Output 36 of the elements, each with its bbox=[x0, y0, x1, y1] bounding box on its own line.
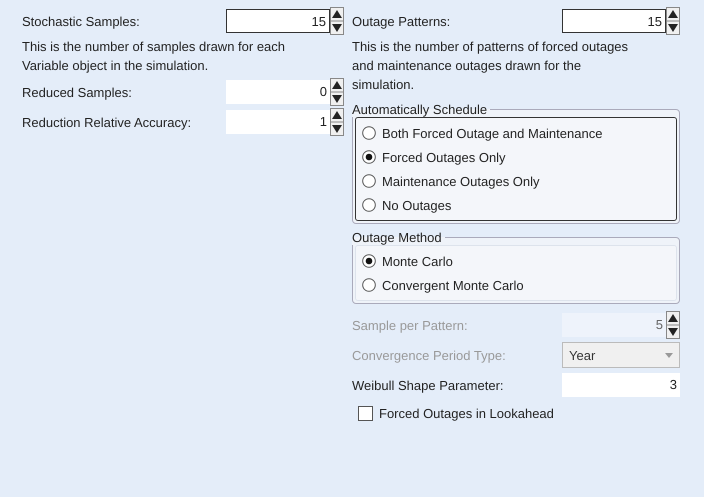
radio-button[interactable] bbox=[362, 174, 376, 188]
radio-label[interactable]: No Outages bbox=[382, 198, 452, 212]
spinner-arrows-icon[interactable] bbox=[666, 7, 680, 35]
description-text: This is the number of samples drawn for each Variable object in the simulation. bbox=[22, 38, 286, 75]
radio-button[interactable] bbox=[362, 198, 376, 212]
number-field[interactable]: 0 bbox=[226, 80, 330, 104]
field-label: Convergence Period Type: bbox=[352, 348, 506, 362]
radio-button[interactable] bbox=[362, 254, 376, 268]
checkbox[interactable] bbox=[358, 406, 373, 421]
number-field[interactable]: 15 bbox=[226, 9, 330, 33]
radio-button[interactable] bbox=[362, 278, 376, 292]
radio-button[interactable] bbox=[362, 126, 376, 140]
group-title: Outage Method bbox=[351, 230, 443, 245]
field-label: Reduction Relative Accuracy: bbox=[22, 114, 192, 130]
spinner-arrows-icon[interactable] bbox=[330, 108, 344, 136]
field-label: Reduced Samples: bbox=[22, 84, 132, 100]
radio-label[interactable]: Maintenance Outages Only bbox=[382, 174, 540, 188]
radio-label[interactable]: Convergent Monte Carlo bbox=[382, 278, 524, 292]
description-text: This is the number of patterns of forced outages and maintenance outages drawn for the simulation. bbox=[352, 38, 630, 94]
checkbox-label[interactable]: Forced Outages in Lookahead bbox=[379, 406, 554, 421]
input-field[interactable]: 3 bbox=[562, 373, 680, 397]
radio-label[interactable]: Both Forced Outage and Maintenance bbox=[382, 126, 602, 140]
spinner-arrows-icon[interactable] bbox=[330, 78, 344, 106]
field-label: Weibull Shape Parameter: bbox=[352, 378, 504, 392]
field-label: Outage Patterns: bbox=[352, 14, 450, 28]
spinner-arrows-icon[interactable] bbox=[330, 7, 344, 35]
field-label: Stochastic Samples: bbox=[22, 14, 140, 28]
group-title: Automatically Schedule bbox=[351, 102, 488, 117]
field-label: Sample per Pattern: bbox=[352, 318, 468, 332]
radio-button[interactable] bbox=[362, 150, 376, 164]
caret-icon bbox=[665, 352, 673, 358]
radio-label[interactable]: Monte Carlo bbox=[382, 254, 453, 268]
radio-label[interactable]: Forced Outages Only bbox=[382, 150, 506, 164]
number-field[interactable]: 15 bbox=[562, 9, 666, 33]
spinner-arrows-icon[interactable] bbox=[666, 311, 680, 339]
number-field[interactable]: 1 bbox=[226, 110, 330, 134]
